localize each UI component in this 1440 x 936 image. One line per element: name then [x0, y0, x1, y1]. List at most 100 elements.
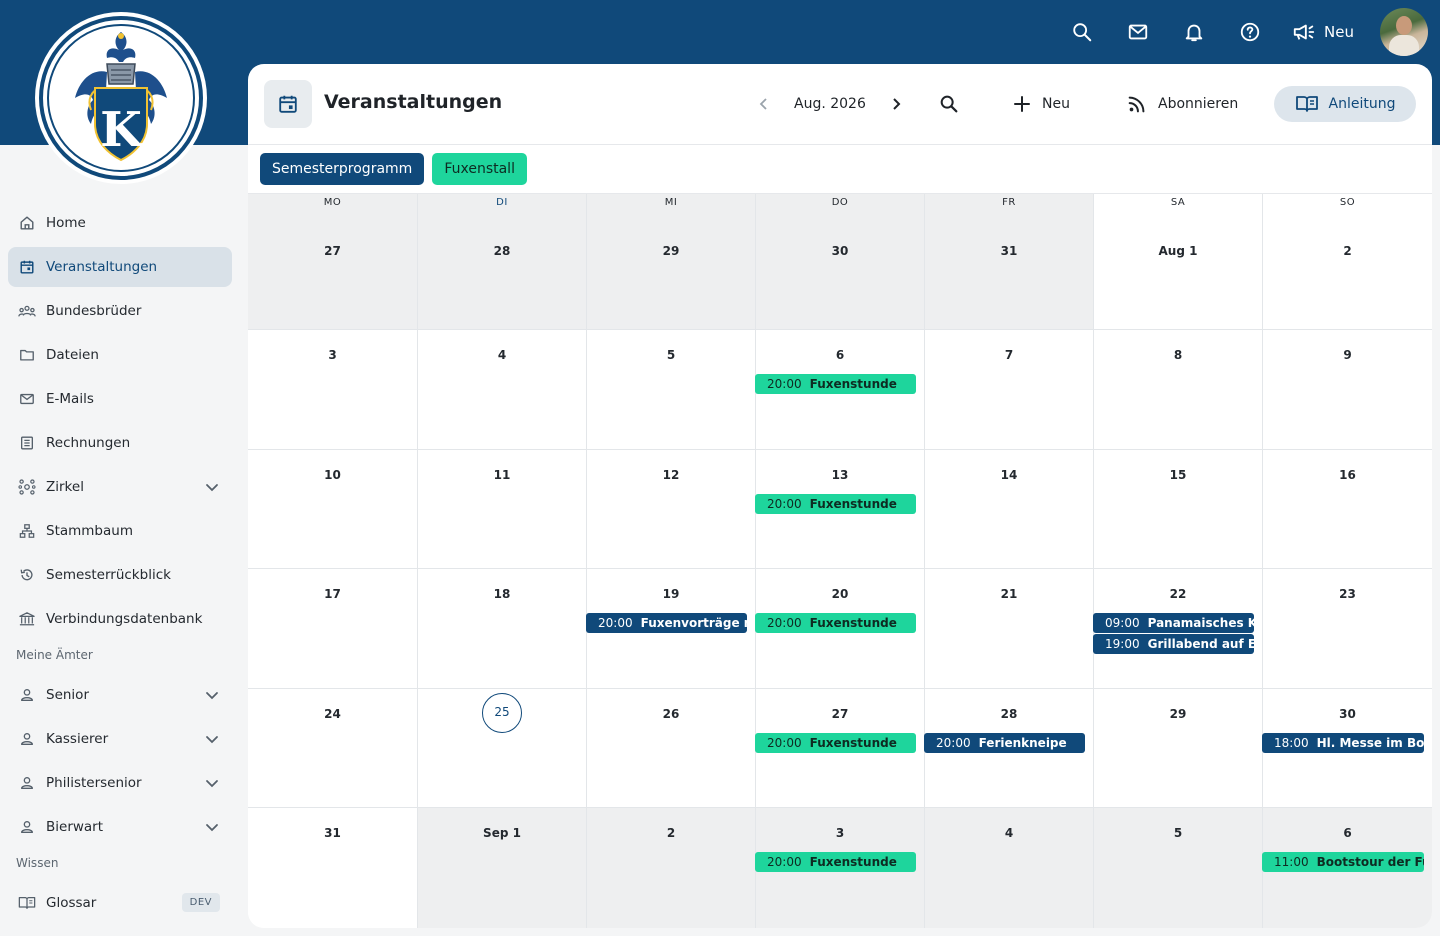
calendar-day-cell[interactable]: 8 [1094, 330, 1263, 450]
calendar-day-cell[interactable]: 18 [418, 569, 587, 689]
calendar-day-cell[interactable]: DO 30 [756, 194, 925, 330]
day-number[interactable]: 2 [587, 826, 755, 840]
day-number[interactable]: 26 [587, 707, 755, 721]
calendar-day-cell[interactable]: 29 [1094, 689, 1263, 808]
calendar-day-cell[interactable]: SO 2 [1263, 194, 1432, 330]
day-number[interactable]: 2 [1263, 244, 1432, 258]
calendar-day-cell[interactable]: 9 [1263, 330, 1432, 450]
day-number[interactable]: 30 [756, 244, 924, 258]
calendar-day-cell[interactable]: 26 [587, 689, 756, 808]
calendar-day-cell[interactable]: 15 [1094, 450, 1263, 569]
sidebar-item-kassierer[interactable]: Kassierer [8, 719, 232, 759]
filter-chip-semesterprogramm[interactable]: Semesterprogramm [260, 153, 425, 185]
calendar-event[interactable]: 20:00 Fuxenstunde [755, 733, 916, 753]
next-month-button[interactable] [880, 84, 912, 124]
sidebar-item-bierwart[interactable]: Bierwart [8, 807, 232, 847]
expand-toggle[interactable] [204, 479, 220, 495]
sidebar-item-senior[interactable]: Senior [8, 675, 232, 715]
calendar-day-cell[interactable]: 7 [925, 330, 1094, 450]
calendar-day-cell[interactable]: SA Aug 1 [1094, 194, 1263, 330]
calendar-day-cell[interactable]: 25 [418, 689, 587, 808]
calendar-day-cell[interactable]: MI 29 [587, 194, 756, 330]
calendar-day-cell[interactable]: 22 09:00 Panamaisches Kaf 19:00 Grillabend a… [1093, 569, 1263, 689]
day-number[interactable]: 3 [248, 348, 417, 362]
day-number[interactable]: 11 [418, 468, 586, 482]
calendar-day-cell[interactable]: DI 28 [418, 194, 587, 330]
day-number[interactable]: 17 [248, 587, 417, 601]
calendar-event[interactable]: 11:00 Bootstour der Fux [1262, 852, 1424, 872]
filter-chip-fuxenstall[interactable]: Fuxenstall [432, 153, 527, 185]
help-button[interactable] [1222, 8, 1278, 56]
expand-toggle[interactable] [204, 819, 220, 835]
calendar-day-cell[interactable]: 23 [1263, 569, 1432, 689]
calendar-day-cell[interactable]: MO 27 [248, 194, 418, 330]
sidebar-item-verbindungsdatenbank[interactable]: Verbindungsdatenbank [8, 599, 232, 639]
day-number[interactable]: 4 [418, 348, 586, 362]
day-number[interactable]: 6 [1263, 826, 1432, 840]
day-number[interactable]: 31 [248, 826, 417, 840]
calendar-event[interactable]: 20:00 Ferienkneipe [924, 733, 1085, 753]
calendar-day-cell[interactable]: 16 [1263, 450, 1432, 569]
day-number[interactable]: 10 [248, 468, 417, 482]
day-number[interactable]: 29 [587, 244, 755, 258]
calendar-event[interactable]: 19:00 Grillabend auf Ein [1093, 634, 1254, 654]
calendar-day-cell[interactable]: 13 20:00 Fuxenstunde [755, 450, 925, 569]
calendar-day-cell[interactable]: 21 [925, 569, 1094, 689]
day-number[interactable]: 22 [1094, 587, 1262, 601]
calendar-event[interactable]: 20:00 Fuxenstunde [755, 852, 916, 872]
calendar-day-cell[interactable]: 31 [248, 808, 418, 928]
calendar-event[interactable]: 20:00 Fuxenstunde [755, 613, 916, 633]
day-number[interactable]: 9 [1263, 348, 1432, 362]
calendar-day-cell[interactable]: 2 [587, 808, 756, 928]
calendar-day-cell[interactable]: 14 [925, 450, 1094, 569]
sidebar-item-stammbaum[interactable]: Stammbaum [8, 511, 232, 551]
day-number[interactable]: 29 [1094, 707, 1262, 721]
calendar-day-cell[interactable]: 3 [248, 330, 418, 450]
sidebar-item-philistersenior[interactable]: Philistersenior [8, 763, 232, 803]
sidebar-item-e-mails[interactable]: E-Mails [8, 379, 232, 419]
expand-toggle[interactable] [204, 731, 220, 747]
calendar-event[interactable]: 20:00 Fuxenstunde [755, 494, 916, 514]
subscribe-button[interactable]: Abonnieren [1126, 84, 1238, 124]
sidebar-item-home[interactable]: Home [8, 203, 232, 243]
day-number[interactable]: Aug 1 [1094, 244, 1262, 258]
day-number[interactable]: 6 [756, 348, 924, 362]
calendar-day-cell[interactable]: 3 20:00 Fuxenstunde [755, 808, 925, 928]
sidebar-item-semesterruckblick[interactable]: Semesterrückblick [8, 555, 232, 595]
day-number[interactable]: 19 [587, 587, 755, 601]
day-number[interactable]: 12 [587, 468, 755, 482]
day-number[interactable]: 24 [248, 707, 417, 721]
day-number[interactable]: 31 [925, 244, 1093, 258]
day-number[interactable]: 5 [587, 348, 755, 362]
logo[interactable]: K [35, 12, 207, 184]
prev-month-button[interactable] [748, 84, 780, 124]
day-number[interactable]: 30 [1263, 707, 1432, 721]
day-number[interactable]: 27 [756, 707, 924, 721]
day-number[interactable]: 28 [418, 244, 586, 258]
calendar-day-cell[interactable]: 10 [248, 450, 418, 569]
day-number[interactable]: 18 [418, 587, 586, 601]
global-search-button[interactable] [1054, 8, 1110, 56]
calendar-day-cell[interactable]: 5 [587, 330, 756, 450]
month-label[interactable]: Aug. 2026 [780, 96, 880, 112]
sidebar-item-glossar[interactable]: Glossar DEV [8, 883, 232, 923]
sidebar-item-zirkel[interactable]: Zirkel [8, 467, 232, 507]
day-number[interactable]: 21 [925, 587, 1093, 601]
notifications-button[interactable] [1166, 8, 1222, 56]
calendar-event[interactable]: 18:00 Hl. Messe im Bonr [1262, 733, 1424, 753]
sidebar-item-dateien[interactable]: Dateien [8, 335, 232, 375]
day-number[interactable]: 3 [756, 826, 924, 840]
day-number[interactable]: 27 [248, 244, 417, 258]
day-number[interactable]: 14 [925, 468, 1093, 482]
calendar-day-cell[interactable]: 4 [925, 808, 1094, 928]
calendar-day-cell[interactable]: Sep 1 [418, 808, 587, 928]
calendar-event[interactable]: 09:00 Panamaisches Kaf [1093, 613, 1254, 633]
day-number[interactable]: 8 [1094, 348, 1262, 362]
guide-button[interactable]: Anleitung [1274, 86, 1416, 122]
day-number[interactable]: 5 [1094, 826, 1262, 840]
calendar-day-cell[interactable]: 20 20:00 Fuxenstunde [755, 569, 925, 689]
calendar-day-cell[interactable]: 12 [587, 450, 756, 569]
day-number[interactable]: 4 [925, 826, 1093, 840]
avatar[interactable] [1380, 8, 1428, 56]
calendar-day-cell[interactable]: 30 18:00 Hl. Messe im Bonr [1262, 689, 1432, 808]
